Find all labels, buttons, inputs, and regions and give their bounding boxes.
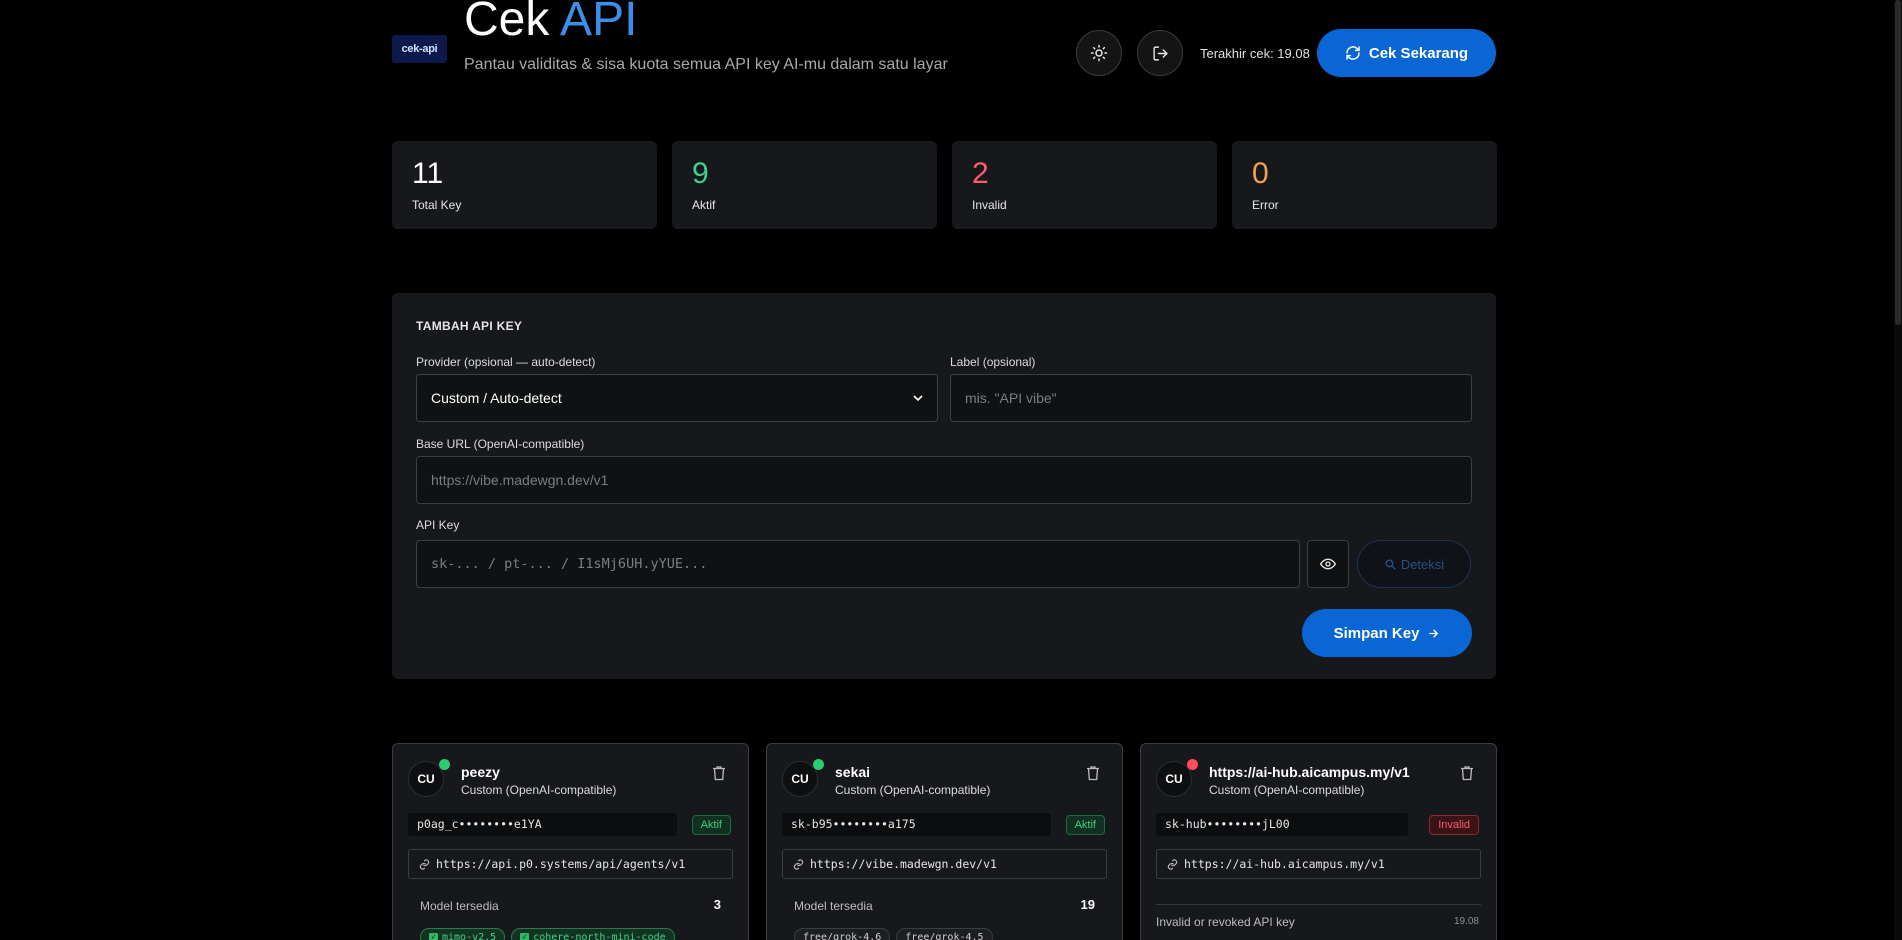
masked-api-key: p0ag_c••••••••e1YA (408, 813, 677, 836)
label-placeholder: mis. "API vibe" (965, 390, 1057, 406)
toggle-visibility-button[interactable] (1307, 540, 1349, 588)
save-key-button[interactable]: Simpan Key (1302, 609, 1472, 657)
status-badge: Aktif (691, 815, 731, 835)
page-title: Cek API (464, 0, 638, 46)
key-provider: Custom (OpenAI-compatible) (835, 783, 991, 797)
logout-button[interactable] (1137, 30, 1183, 76)
key-name: peezy (461, 764, 500, 780)
trash-icon[interactable] (712, 765, 726, 781)
stat-value: 9 (692, 157, 709, 190)
stat-value: 2 (972, 157, 989, 190)
models-count: 19 (1080, 897, 1095, 912)
app-logo: cek-api (392, 35, 447, 63)
status-dot (1187, 759, 1198, 770)
key-name: sekai (835, 764, 871, 780)
stat-invalid: 2 Invalid (952, 141, 1217, 229)
provider-label: Provider (opsional — auto-detect) (416, 355, 596, 369)
stat-value: 11 (412, 157, 444, 190)
key-provider: Custom (OpenAI-compatible) (461, 783, 617, 797)
arrow-right-icon (1429, 629, 1439, 637)
status-badge: Aktif (1065, 815, 1105, 835)
status-badge: Invalid (1429, 815, 1479, 835)
api-key-placeholder: sk-... / pt-... / I1sMj6UH.yYUE... (431, 556, 708, 572)
link-icon (793, 858, 804, 870)
error-message: Invalid or revoked API key (1156, 915, 1295, 929)
masked-api-key: sk-b95••••••••a175 (782, 813, 1051, 836)
link-icon (1167, 858, 1178, 870)
stat-label: Aktif (692, 198, 716, 212)
form-title: TAMBAH API KEY (416, 319, 523, 333)
model-chip[interactable]: ✓ cohere-north-mini-code (511, 928, 675, 940)
checkbox-icon: ✓ (520, 932, 530, 940)
stat-label: Error (1252, 198, 1279, 212)
key-name: https://ai-hub.aicampus.my/v1 (1209, 764, 1410, 780)
provider-select[interactable]: Custom / Auto-detect (416, 374, 938, 422)
base-url-label: Base URL (OpenAI-compatible) (416, 437, 585, 451)
scrollbar-thumb[interactable] (1895, 0, 1901, 325)
theme-toggle-button[interactable] (1076, 30, 1122, 76)
stat-active: 9 Aktif (672, 141, 937, 229)
stat-label: Invalid (972, 198, 1007, 212)
page-subtitle: Pantau validitas & sisa kuota semua API … (464, 56, 948, 73)
label-field-label: Label (opsional) (950, 355, 1036, 369)
app-header: cek-api Cek API Pantau validitas & sisa … (392, 0, 1496, 100)
check-now-button[interactable]: Cek Sekarang (1317, 29, 1496, 77)
key-provider: Custom (OpenAI-compatible) (1209, 783, 1365, 797)
status-dot (813, 759, 824, 770)
model-chips: ✓ mimo-v2.5 ✓ cohere-north-mini-code (420, 928, 675, 940)
label-input[interactable]: mis. "API vibe" (950, 374, 1472, 422)
page-scrollbar[interactable] (1894, 0, 1902, 940)
add-key-form: TAMBAH API KEY Provider (opsional — auto… (392, 293, 1496, 679)
eye-icon (1320, 558, 1336, 570)
model-chip[interactable]: ✓ mimo-v2.5 (420, 928, 506, 940)
key-card: CU sekai Custom (OpenAI-compatible) sk-b… (766, 743, 1123, 940)
sun-icon (1090, 44, 1108, 62)
trash-icon[interactable] (1086, 765, 1100, 781)
divider (1156, 904, 1481, 905)
logout-icon (1152, 45, 1168, 61)
base-url-placeholder: https://vibe.madewgn.dev/v1 (431, 472, 609, 488)
refresh-icon (1346, 46, 1360, 60)
trash-icon[interactable] (1460, 765, 1474, 781)
provider-selected-value: Custom / Auto-detect (431, 390, 562, 406)
detect-button[interactable]: Deteksi (1357, 540, 1471, 588)
magnifier-icon (1385, 558, 1396, 570)
base-url-input[interactable]: https://vibe.madewgn.dev/v1 (416, 456, 1472, 504)
link-icon (419, 858, 430, 870)
model-chips: free/grok-4.6 free/grok-4.5 (794, 928, 993, 940)
stat-error: 0 Error (1232, 141, 1497, 229)
key-card: CU https://ai-hub.aicampus.my/v1 Custom … (1140, 743, 1497, 940)
base-url-link[interactable]: https://ai-hub.aicampus.my/v1 (1156, 849, 1481, 879)
model-chip[interactable]: free/grok-4.5 (896, 928, 993, 940)
masked-api-key: sk-hub••••••••jL00 (1156, 813, 1408, 836)
base-url-link[interactable]: https://vibe.madewgn.dev/v1 (782, 849, 1107, 879)
api-key-input[interactable]: sk-... / pt-... / I1sMj6UH.yYUE... (416, 540, 1300, 588)
stat-value: 0 (1252, 157, 1269, 190)
models-label: Model tersedia (420, 899, 499, 913)
chevron-down-icon (913, 395, 923, 402)
key-card: CU peezy Custom (OpenAI-compatible) p0ag… (392, 743, 749, 940)
base-url-link[interactable]: https://api.p0.systems/api/agents/v1 (408, 849, 733, 879)
models-label: Model tersedia (794, 899, 873, 913)
status-dot (439, 759, 450, 770)
stat-label: Total Key (412, 198, 462, 212)
checkbox-icon: ✓ (429, 932, 438, 940)
stat-total-keys: 11 Total Key (392, 141, 657, 229)
model-chip[interactable]: free/grok-4.6 (794, 928, 891, 940)
models-count: 3 (713, 897, 721, 912)
error-time: 19.08 (1453, 916, 1479, 927)
api-key-label: API Key (416, 518, 460, 532)
last-check-time: Terakhir cek: 19.08 (1200, 46, 1310, 61)
